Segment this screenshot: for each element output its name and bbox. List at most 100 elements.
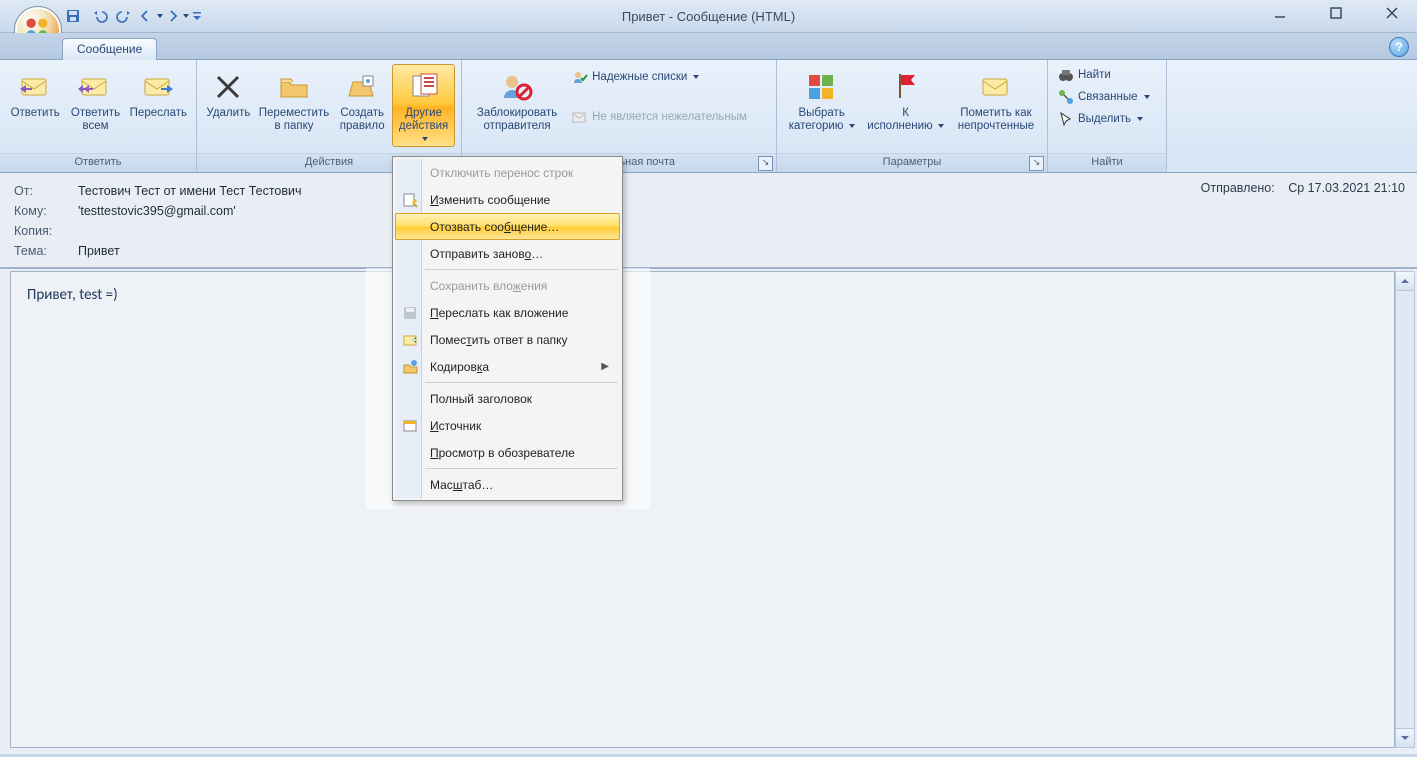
to-label: Кому: [14, 201, 78, 221]
options-expander[interactable]: ↘ [1029, 156, 1044, 171]
dropdown-item[interactable]: Источник [395, 412, 620, 439]
sent-block: Отправлено: Ср 17.03.2021 21:10 [1201, 181, 1405, 195]
find-label: Найти [1078, 69, 1111, 81]
reply-all-label: Ответитьвсем [69, 105, 121, 133]
followup-flag-icon [865, 67, 946, 105]
qat-next-icon[interactable] [166, 5, 188, 27]
ribbon-tab-row: Сообщение ? [0, 33, 1417, 60]
move-to-folder-button[interactable]: Переместитьв папку [256, 64, 332, 134]
move-label: Переместитьв папку [259, 105, 329, 133]
dropdown-item-icon [401, 390, 419, 408]
not-junk-button: Не является нежелательным [568, 108, 770, 126]
forward-button[interactable]: Переслать [127, 64, 190, 121]
message-header: От:Тестович Тест от имени Тест Тестович … [0, 173, 1417, 268]
select-button[interactable]: Выделить [1054, 110, 1147, 128]
dropdown-item: Сохранить вложения [395, 272, 620, 299]
qat-redo-icon[interactable] [114, 5, 136, 27]
followup-button[interactable]: Кисполнению [862, 64, 949, 134]
dropdown-item[interactable]: Масштаб… [395, 471, 620, 498]
group-title-reply: Ответить [0, 153, 196, 172]
dropdown-item-icon [401, 191, 419, 209]
dropdown-item-icon [401, 417, 419, 435]
not-junk-label: Не является нежелательным [592, 111, 747, 123]
ribbon-group-reply: Ответить Ответитьвсем Переслать Ответить [0, 60, 197, 172]
dropdown-item[interactable]: Кодировка▶ [395, 353, 620, 380]
dropdown-item: Отключить перенос строк [395, 159, 620, 186]
group-title-find: Найти [1048, 153, 1166, 172]
window-maximize-button[interactable] [1317, 2, 1355, 24]
scroll-up-button[interactable] [1396, 272, 1414, 291]
ribbon: Ответить Ответитьвсем Переслать Ответить… [0, 60, 1417, 173]
qat-customize-icon[interactable] [192, 5, 202, 27]
safe-lists-button[interactable]: Надежные списки [568, 68, 770, 86]
find-button[interactable]: Найти [1054, 66, 1115, 84]
delete-icon [206, 67, 251, 105]
qat-prev-icon[interactable] [140, 5, 162, 27]
binoculars-icon [1058, 67, 1074, 83]
window-close-button[interactable] [1373, 2, 1411, 24]
message-body[interactable]: Привет, test =) [10, 271, 1395, 748]
dropdown-item[interactable]: Переслать как вложение [395, 299, 620, 326]
window-title: Привет - Сообщение (HTML) [622, 9, 795, 24]
forward-icon [130, 67, 187, 105]
dropdown-separator [425, 382, 618, 383]
cc-label: Копия: [14, 221, 78, 241]
ribbon-group-options: Выбратькатегорию Кисполнению Пометить ка… [777, 60, 1048, 172]
reply-label: Ответить [9, 105, 61, 120]
group-title-options: Параметры↘ [777, 153, 1047, 172]
dropdown-item-icon [401, 331, 419, 349]
qat-undo-icon[interactable] [88, 5, 110, 27]
from-label: От: [14, 181, 78, 201]
dropdown-separator [425, 269, 618, 270]
dropdown-item[interactable]: Изменить сообщение [395, 186, 620, 213]
qat-save-icon[interactable] [62, 5, 84, 27]
reply-icon [9, 67, 61, 105]
related-button[interactable]: Связанные [1054, 88, 1154, 106]
move-folder-icon [259, 67, 329, 105]
dropdown-item[interactable]: Поместить ответ в папку [395, 326, 620, 353]
submenu-arrow-icon: ▶ [601, 361, 609, 372]
delete-button[interactable]: Удалить [203, 64, 254, 121]
sent-value: Ср 17.03.2021 21:10 [1288, 181, 1405, 195]
create-rule-icon [337, 67, 387, 105]
reply-button[interactable]: Ответить [6, 64, 64, 121]
mark-unread-button[interactable]: Пометить какнепрочтенные [951, 64, 1041, 134]
dropdown-item[interactable]: Полный заголовок [395, 385, 620, 412]
dropdown-item[interactable]: Просмотр в обозревателе [395, 439, 620, 466]
message-body-area: Привет, test =) [0, 268, 1417, 754]
dropdown-item-icon [401, 245, 419, 263]
subject-value: Привет [78, 241, 120, 261]
create-rule-button[interactable]: Создатьправило [334, 64, 390, 134]
categorize-icon [786, 67, 857, 105]
followup-label: Кисполнению [865, 105, 946, 133]
junk-expander[interactable]: ↘ [758, 156, 773, 171]
select-label: Выделить [1078, 113, 1131, 125]
delete-label: Удалить [206, 105, 251, 120]
other-actions-icon [395, 67, 452, 105]
vertical-scrollbar[interactable] [1395, 271, 1415, 748]
dropdown-item-icon [401, 277, 419, 295]
ribbon-group-find: Найти Связанные Выделить Найти [1048, 60, 1167, 172]
reply-all-button[interactable]: Ответитьвсем [66, 64, 124, 134]
dropdown-item-icon [401, 164, 419, 182]
quick-access-toolbar [62, 0, 202, 32]
dropdown-item[interactable]: Отправить заново… [395, 240, 620, 267]
mark-unread-icon [954, 67, 1038, 105]
create-rule-label: Создатьправило [337, 105, 387, 133]
subject-label: Тема: [14, 241, 78, 261]
scroll-down-button[interactable] [1396, 728, 1414, 747]
dropdown-item[interactable]: Отозвать сообщение… [395, 213, 620, 240]
dropdown-item-icon [401, 444, 419, 462]
related-icon [1058, 89, 1074, 105]
dropdown-item-icon [401, 476, 419, 494]
block-sender-button[interactable]: Заблокироватьотправителя [468, 64, 566, 134]
window-minimize-button[interactable] [1261, 2, 1299, 24]
tab-message[interactable]: Сообщение [62, 38, 157, 60]
categorize-button[interactable]: Выбратькатегорию [783, 64, 860, 134]
not-junk-icon [572, 109, 588, 125]
sent-label: Отправлено: [1201, 181, 1275, 195]
block-sender-icon [471, 67, 563, 105]
other-actions-button[interactable]: Другиедействия [392, 64, 455, 147]
safe-lists-icon [572, 69, 588, 85]
help-button[interactable]: ? [1389, 37, 1409, 57]
